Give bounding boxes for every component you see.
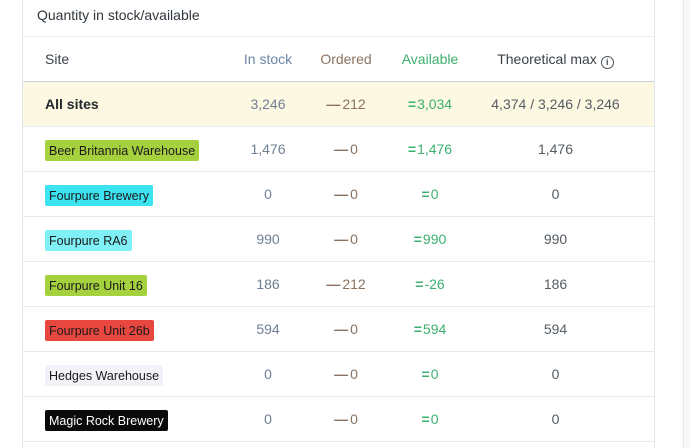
available-cell: =990 (380, 217, 480, 261)
ordered-value: 0 (350, 141, 358, 157)
column-header-available[interactable]: Available (380, 37, 480, 81)
theoretical-max-value: 594 (543, 321, 568, 337)
available-equals-icon: = (421, 366, 430, 382)
site-cell: Beer Britannia Warehouse (45, 127, 200, 171)
site-badge[interactable]: Magic Rock Brewery (45, 409, 168, 431)
available-equals-icon: = (421, 186, 430, 202)
available-value: 0 (430, 411, 439, 427)
ordered-dash-icon: — (326, 96, 341, 112)
theoretical-max-value: 0 (551, 186, 560, 202)
available-cell: =594 (380, 307, 480, 351)
available-cell: =-26 (380, 262, 480, 306)
ordered-dash-icon: — (334, 321, 349, 337)
all-sites-theoretical-max: 4,374 / 3,246 / 3,246 (491, 96, 620, 112)
available-value: 594 (422, 321, 447, 337)
stock-card: Quantity in stock/available Site In stoc… (22, 0, 655, 448)
site-cell: Magic Rock Brewery (45, 397, 168, 441)
table-row[interactable]: Hedges Warehouse 0—0 =0 0 (23, 352, 654, 397)
site-badge[interactable]: Fourpure RA6 (45, 229, 132, 251)
available-value: 0 (430, 366, 439, 382)
adjacent-panel-edge (683, 0, 690, 448)
available-value: 990 (422, 231, 447, 247)
site-badge[interactable]: Hedges Warehouse (45, 364, 164, 386)
site-cell: Hedges Warehouse (45, 352, 164, 396)
all-sites-ordered-value: 212 (342, 96, 366, 112)
info-icon[interactable]: i (600, 56, 614, 69)
ordered-value: 0 (350, 321, 358, 337)
available-value: 1,476 (417, 141, 453, 157)
site-cell: Fourpure RA6 (45, 217, 132, 261)
ordered-value: 0 (350, 366, 358, 382)
ordered-dash-icon: — (334, 231, 349, 247)
available-equals-icon: = (421, 411, 430, 427)
site-cell: Fourpure Brewery (45, 172, 154, 216)
ordered-dash-icon: — (334, 186, 349, 202)
available-equals-icon: = (407, 141, 417, 157)
card-title: Quantity in stock/available (37, 7, 200, 23)
available-equals-icon: = (415, 276, 424, 292)
ordered-value: 0 (350, 411, 358, 427)
ordered-dash-icon: — (334, 366, 349, 382)
table-header: Site In stock Ordered Available Theoreti… (23, 37, 654, 82)
available-cell: =1,476 (380, 127, 480, 171)
available-cell: =0 (380, 397, 480, 441)
site-badge[interactable]: Beer Britannia Warehouse (45, 139, 200, 161)
ordered-dash-icon: — (326, 276, 341, 292)
site-badge[interactable]: Fourpure Unit 26b (45, 319, 154, 341)
theoretical-max-value: 1,476 (537, 141, 574, 157)
table-row[interactable]: Fourpure Unit 16 186—212 =-26 186 (23, 262, 654, 307)
available-value: 0 (430, 186, 439, 202)
theoretical-max-value: 0 (551, 411, 560, 427)
theoretical-max-value: 186 (543, 276, 568, 292)
available-equals-icon: = (413, 231, 422, 247)
available-cell: =0 (380, 172, 480, 216)
table-row-all-sites[interactable]: All sites 3,246 —212 =3,034 4,374 / 3,24… (23, 82, 654, 127)
theoretical-max-value: 990 (543, 231, 568, 247)
ordered-dash-icon: — (334, 411, 349, 427)
all-sites-available-value: 3,034 (417, 96, 453, 112)
ordered-dash-icon: — (334, 141, 349, 157)
available-equals-icon: = (413, 321, 422, 337)
site-badge[interactable]: Fourpure Unit 16 (45, 274, 147, 296)
ordered-value: 212 (342, 276, 366, 292)
site-badge[interactable]: Fourpure Brewery (45, 184, 154, 206)
site-cell: Fourpure Unit 16 (45, 262, 147, 306)
table-row[interactable]: Fourpure Unit 26b 594—0 =594 594 (23, 307, 654, 352)
ordered-value: 0 (350, 231, 358, 247)
all-sites-label: All sites (45, 96, 99, 112)
all-sites-available: =3,034 (380, 82, 480, 126)
table-row[interactable]: Fourpure Brewery 0—0 =0 0 (23, 172, 654, 217)
table-row[interactable]: Fourpure RA6 990—0 =990 990 (23, 217, 654, 262)
available-cell: =0 (380, 352, 480, 396)
column-header-site[interactable]: Site (45, 37, 69, 81)
ordered-value: 0 (350, 186, 358, 202)
table-row[interactable]: Magic Rock Brewery 0—0 =0 0 (23, 397, 654, 442)
available-value: -26 (424, 276, 445, 292)
site-cell: Fourpure Unit 26b (45, 307, 154, 351)
column-header-theoretical-max-label: Theoretical max (497, 51, 597, 67)
table-row[interactable]: Beer Britannia Warehouse 1,476—0 =1,476 1,4… (23, 127, 654, 172)
available-equals-icon: = (407, 96, 417, 112)
theoretical-max-value: 0 (551, 366, 560, 382)
column-header-theoretical-max[interactable]: Theoretical max i (478, 37, 633, 81)
